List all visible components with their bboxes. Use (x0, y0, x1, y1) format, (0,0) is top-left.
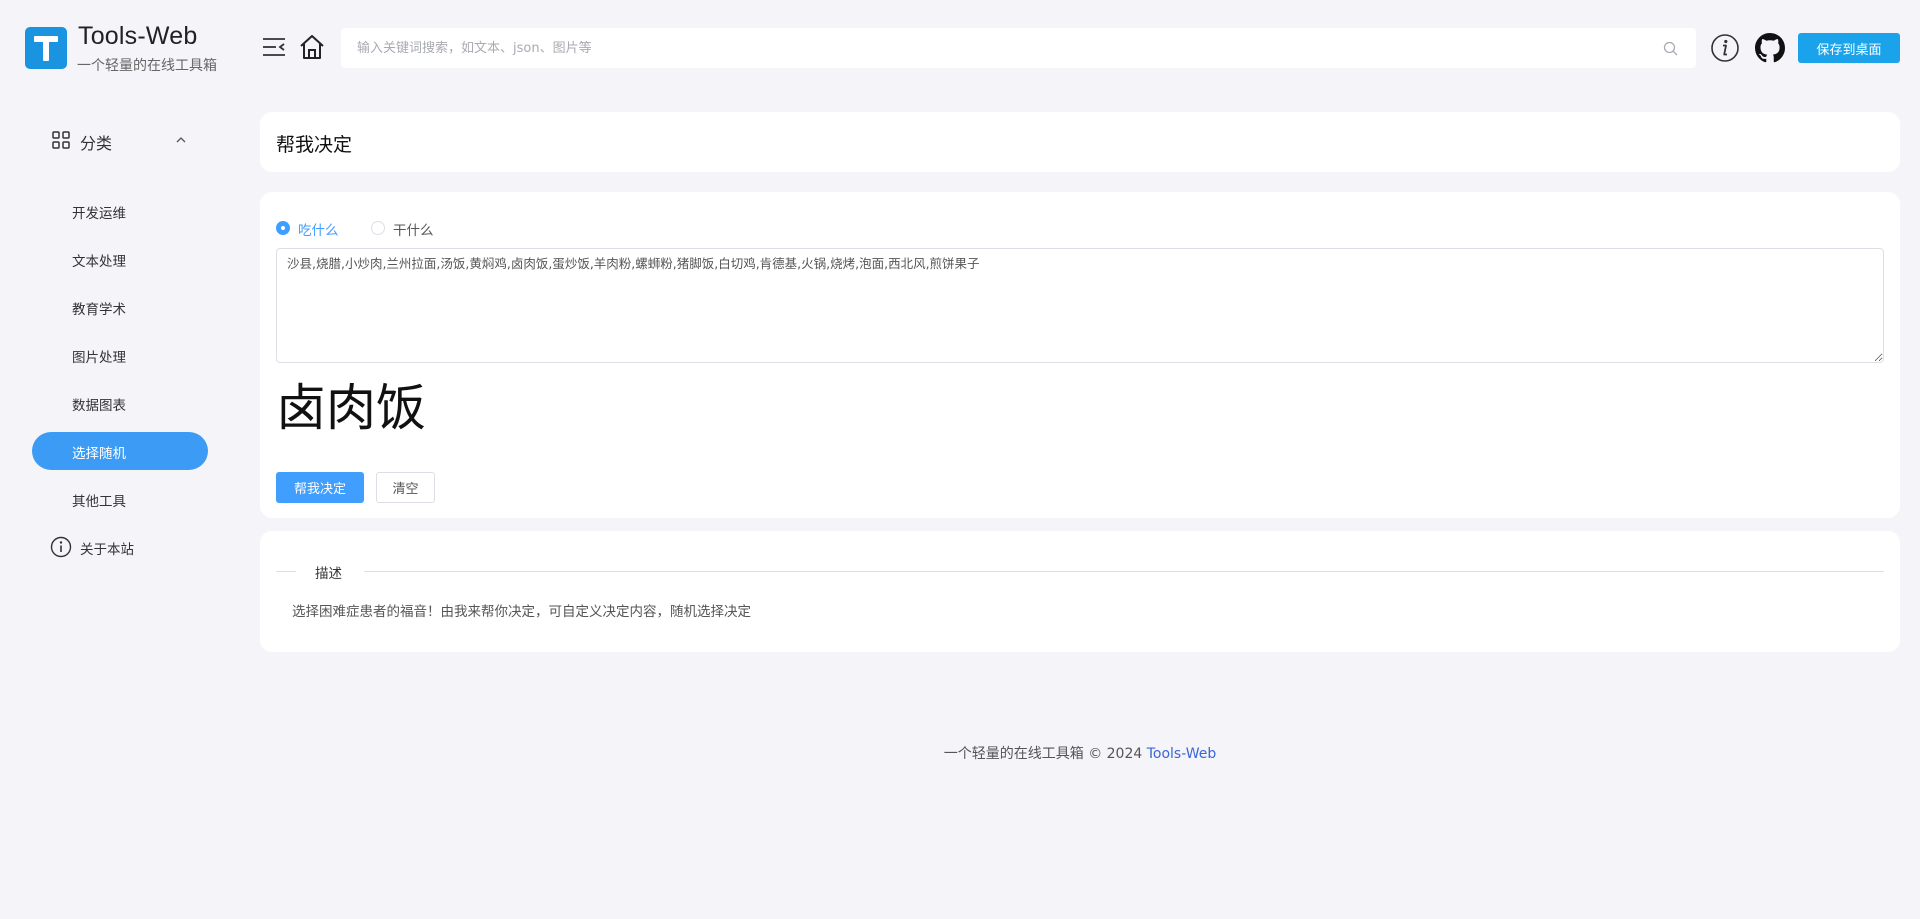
radio-label: 吃什么 (298, 223, 339, 239)
sidebar-item-label: 文本处理 (72, 254, 126, 270)
sidebar-item-devops[interactable]: 开发运维 (32, 192, 208, 230)
decide-button[interactable]: 帮我决定 (276, 472, 364, 503)
sidebar-item-about[interactable]: 关于本站 (50, 535, 190, 559)
tool-card: 吃什么 干什么 沙县,烧腊,小炒肉,兰州拉面,汤饭,黄焖鸡,卤肉饭,蛋炒饭,羊肉… (260, 192, 1900, 518)
header: Tools-Web 一个轻量的在线工具箱 输入关键词搜索，如文本、json、图片… (0, 0, 1920, 96)
footer-text: 一个轻量的在线工具箱 © 2024 (943, 746, 1147, 762)
chevron-up-icon (176, 137, 186, 143)
page-title-card: 帮我决定 (260, 112, 1900, 172)
category-toggle[interactable]: 分类 (52, 128, 192, 153)
options-textarea[interactable]: 沙县,烧腊,小炒肉,兰州拉面,汤饭,黄焖鸡,卤肉饭,蛋炒饭,羊肉粉,螺蛳粉,猪脚… (276, 248, 1884, 363)
logo[interactable] (25, 27, 67, 69)
brand-title: Tools-Web (78, 22, 198, 50)
sidebar-item-label: 选择随机 (72, 446, 126, 462)
sidebar-item-label: 开发运维 (72, 206, 126, 222)
sidebar-item-label: 其他工具 (72, 494, 126, 510)
sidebar-item-other[interactable]: 其他工具 (32, 480, 208, 518)
search-bar (341, 28, 1696, 68)
category-label: 分类 (80, 134, 113, 153)
radio-label: 干什么 (393, 223, 434, 239)
sidebar-item-text[interactable]: 文本处理 (32, 240, 208, 278)
sidebar-item-label: 数据图表 (72, 398, 126, 414)
description-heading: 描述 (315, 566, 342, 582)
description-card: 描述 选择困难症患者的福音！由我来帮你决定，可自定义决定内容，随机选择决定 (260, 531, 1900, 652)
github-icon[interactable] (1755, 33, 1785, 63)
save-to-desktop-button[interactable]: 保存到桌面 (1798, 33, 1900, 63)
clear-button[interactable]: 清空 (376, 472, 435, 503)
sidebar-item-random[interactable]: 选择随机 (32, 432, 208, 470)
menu-fold-icon[interactable] (262, 36, 286, 58)
info-icon[interactable] (1710, 33, 1740, 63)
search-input[interactable] (341, 28, 1696, 68)
radio-dot (276, 221, 290, 235)
sidebar-item-image[interactable]: 图片处理 (32, 336, 208, 374)
sidebar-item-label: 教育学术 (72, 302, 126, 318)
brand-subtitle: 一个轻量的在线工具箱 (77, 58, 217, 74)
divider-line (276, 571, 296, 572)
footer: 一个轻量的在线工具箱 © 2024 Tools-Web (0, 743, 1920, 763)
logo-t-icon (34, 36, 58, 61)
page-title: 帮我决定 (276, 134, 353, 156)
search-icon[interactable] (1663, 41, 1678, 56)
home-icon[interactable] (298, 33, 326, 61)
decision-result: 卤肉饭 (276, 379, 426, 437)
sidebar-item-label: 图片处理 (72, 350, 126, 366)
footer-link[interactable]: Tools-Web (1147, 746, 1217, 762)
sidebar-item-charts[interactable]: 数据图表 (32, 384, 208, 422)
description-text: 选择困难症患者的福音！由我来帮你决定，可自定义决定内容，随机选择决定 (292, 604, 751, 620)
radio-dot (371, 221, 385, 235)
about-label: 关于本站 (80, 542, 134, 558)
grid-icon (52, 131, 70, 149)
divider-line (364, 571, 1884, 572)
info-icon (50, 536, 72, 558)
sidebar-item-education[interactable]: 教育学术 (32, 288, 208, 326)
